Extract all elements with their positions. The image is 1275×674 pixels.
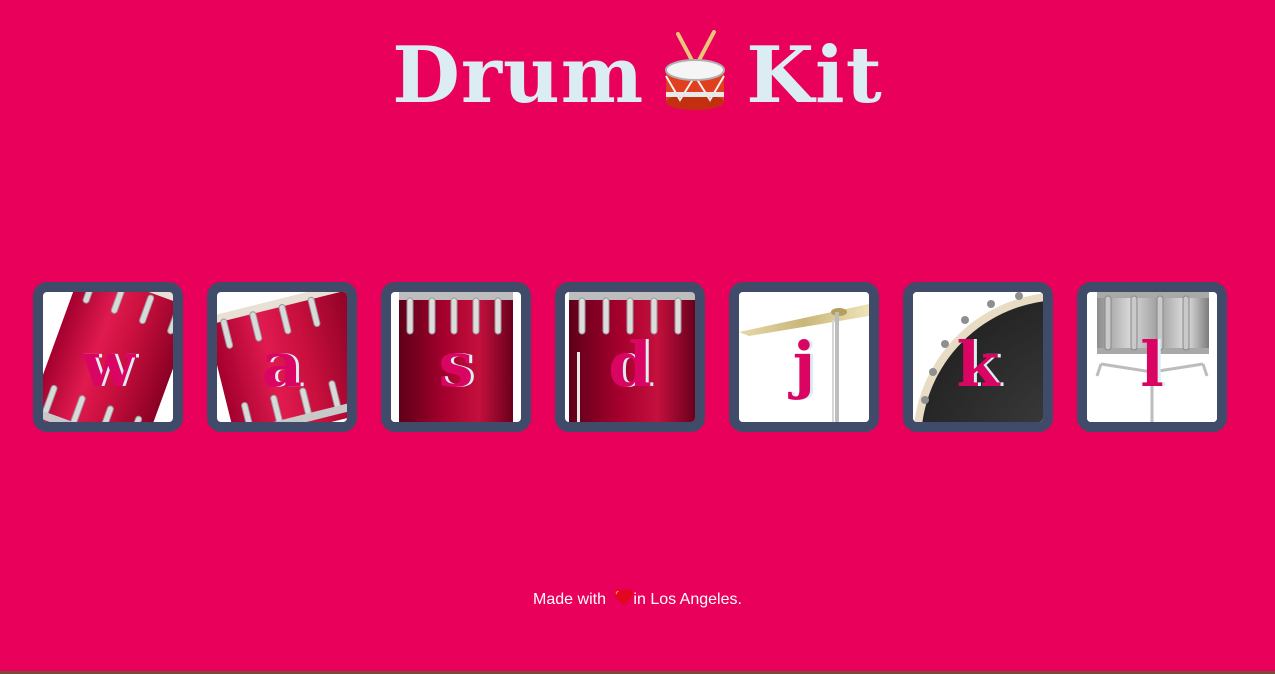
footer-prefix: Made with — [533, 591, 611, 608]
drum-key-label: a — [261, 328, 303, 401]
drum-button-d[interactable]: d — [555, 282, 705, 432]
page-title: Drum Kit — [0, 30, 1275, 121]
heart-icon — [614, 589, 634, 606]
drum-key-label: k — [956, 328, 1000, 401]
drum-emoji-icon — [665, 30, 726, 110]
footer-suffix: in Los Angeles. — [633, 591, 742, 608]
drum-key-label: w — [81, 328, 135, 401]
drum-key-label: j — [792, 328, 816, 401]
drum-button-s[interactable]: s — [381, 282, 531, 432]
drum-key-label: d — [608, 328, 652, 401]
drum-set: w a s d j k l — [33, 282, 1233, 432]
drum-button-k[interactable]: k — [903, 282, 1053, 432]
title-text-kit: Kit — [746, 30, 883, 121]
drum-button-w[interactable]: w — [33, 282, 183, 432]
drum-button-l[interactable]: l — [1077, 282, 1227, 432]
drum-button-j[interactable]: j — [729, 282, 879, 432]
drum-key-label: l — [1140, 328, 1164, 401]
drum-key-label: s — [438, 328, 474, 401]
title-text-drum: Drum — [392, 30, 645, 121]
drum-button-a[interactable]: a — [207, 282, 357, 432]
footer: Made with in Los Angeles. — [0, 589, 1275, 609]
